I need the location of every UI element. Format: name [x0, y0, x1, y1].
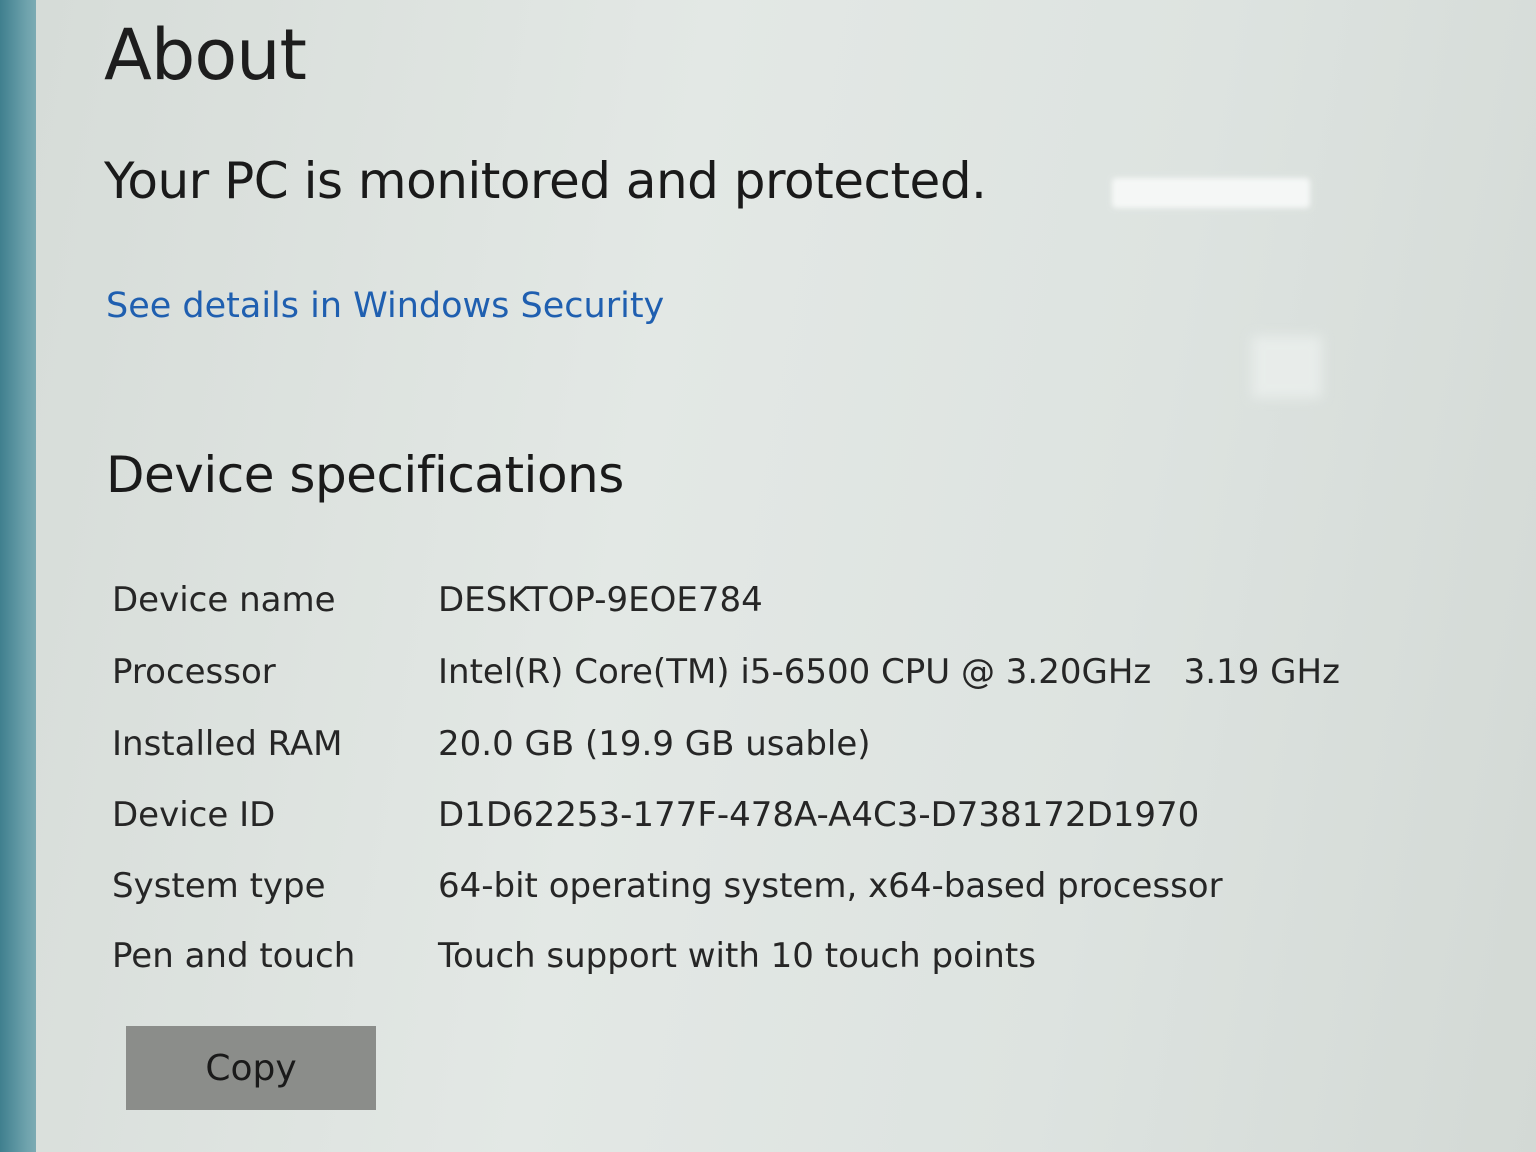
spec-row-device-id: Device ID D1D62253-177F-478A-A4C3-D73817…: [112, 795, 1432, 855]
spec-row-processor: Processor Intel(R) Core(TM) i5-6500 CPU …: [112, 652, 1432, 712]
screen-glare: [1112, 178, 1310, 208]
spec-value: Intel(R) Core(TM) i5-6500 CPU @ 3.20GHz …: [438, 652, 1340, 692]
screen-glare-secondary: [1252, 336, 1322, 398]
spec-row-pen-and-touch: Pen and touch Touch support with 10 touc…: [112, 936, 1432, 996]
spec-label: Pen and touch: [112, 936, 356, 976]
device-specifications-heading: Device specifications: [106, 446, 624, 504]
windows-security-link[interactable]: See details in Windows Security: [106, 286, 664, 326]
spec-row-system-type: System type 64-bit operating system, x64…: [112, 866, 1432, 926]
spec-label: Device ID: [112, 795, 276, 835]
spec-label: Processor: [112, 652, 276, 692]
spec-label: System type: [112, 866, 326, 906]
spec-label: Installed RAM: [112, 724, 343, 764]
copy-button[interactable]: Copy: [126, 1026, 376, 1110]
spec-row-installed-ram: Installed RAM 20.0 GB (19.9 GB usable): [112, 724, 1432, 784]
spec-value: 64-bit operating system, x64-based proce…: [438, 866, 1223, 906]
page-title: About: [104, 14, 307, 96]
spec-value: D1D62253-177F-478A-A4C3-D738172D1970: [438, 795, 1200, 835]
spec-value: Touch support with 10 touch points: [438, 936, 1036, 976]
spec-value: 20.0 GB (19.9 GB usable): [438, 724, 871, 764]
spec-label: Device name: [112, 580, 336, 620]
protection-status-text: Your PC is monitored and protected.: [104, 152, 987, 210]
spec-value: DESKTOP-9EOE784: [438, 580, 763, 620]
spec-row-device-name: Device name DESKTOP-9EOE784: [112, 580, 1432, 640]
